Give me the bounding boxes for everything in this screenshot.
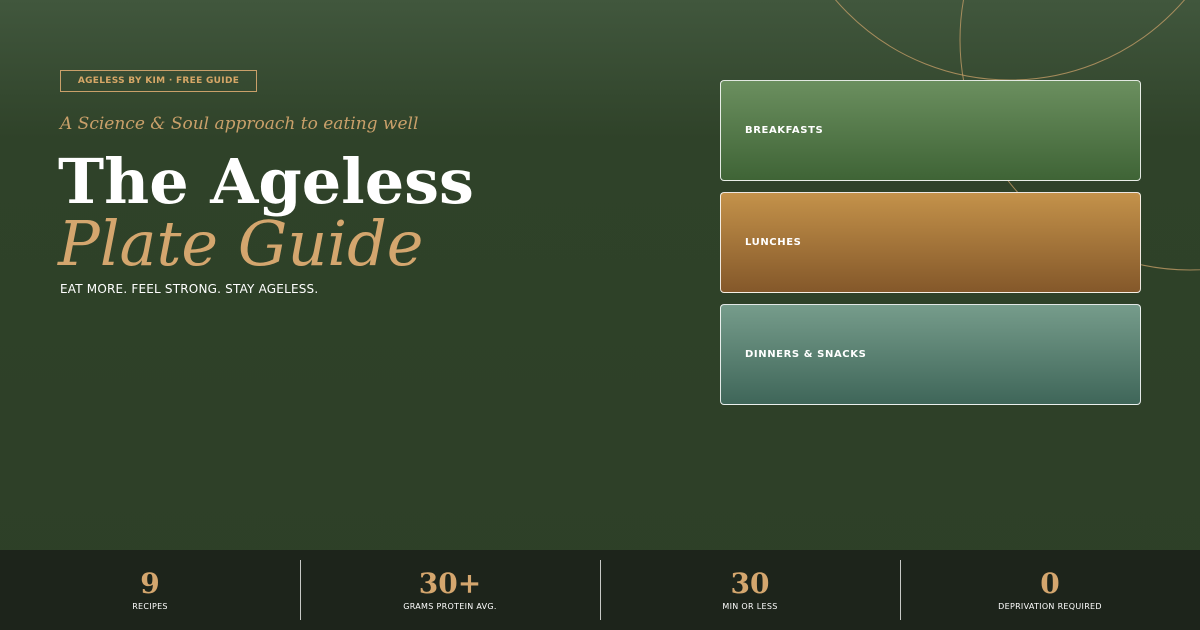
- stat-label: MIN OR LESS: [722, 602, 778, 611]
- guide-badge: AGELESS BY KIM · FREE GUIDE: [60, 70, 257, 92]
- card-breakfasts[interactable]: BREAKFASTS: [720, 80, 1141, 181]
- card-lunches[interactable]: LUNCHES: [720, 192, 1141, 293]
- card-dinners-snacks[interactable]: DINNERS & SNACKS: [720, 304, 1141, 405]
- stat-deprivation: 0 DEPRIVATION REQUIRED: [900, 550, 1200, 630]
- meal-category-cards: BREAKFASTS LUNCHES DINNERS & SNACKS: [720, 80, 1141, 416]
- stat-recipes: 9 RECIPES: [0, 550, 300, 630]
- tagline: A Science & Soul approach to eating well: [60, 114, 419, 134]
- stat-value: 9: [140, 567, 160, 600]
- stat-minutes: 30 MIN OR LESS: [600, 550, 900, 630]
- stat-value: 0: [1040, 567, 1060, 600]
- stat-value: 30: [730, 567, 770, 600]
- stat-label: DEPRIVATION REQUIRED: [998, 602, 1102, 611]
- slogan: EAT MORE. FEEL STRONG. STAY AGELESS.: [60, 282, 319, 296]
- stat-label: RECIPES: [132, 602, 168, 611]
- stat-label: GRAMS PROTEIN AVG.: [403, 602, 497, 611]
- stat-value: 30+: [418, 567, 482, 600]
- stat-protein: 30+ GRAMS PROTEIN AVG.: [300, 550, 600, 630]
- page-title-line-2: Plate Guide: [58, 207, 424, 280]
- stats-bar: 9 RECIPES 30+ GRAMS PROTEIN AVG. 30 MIN …: [0, 550, 1200, 630]
